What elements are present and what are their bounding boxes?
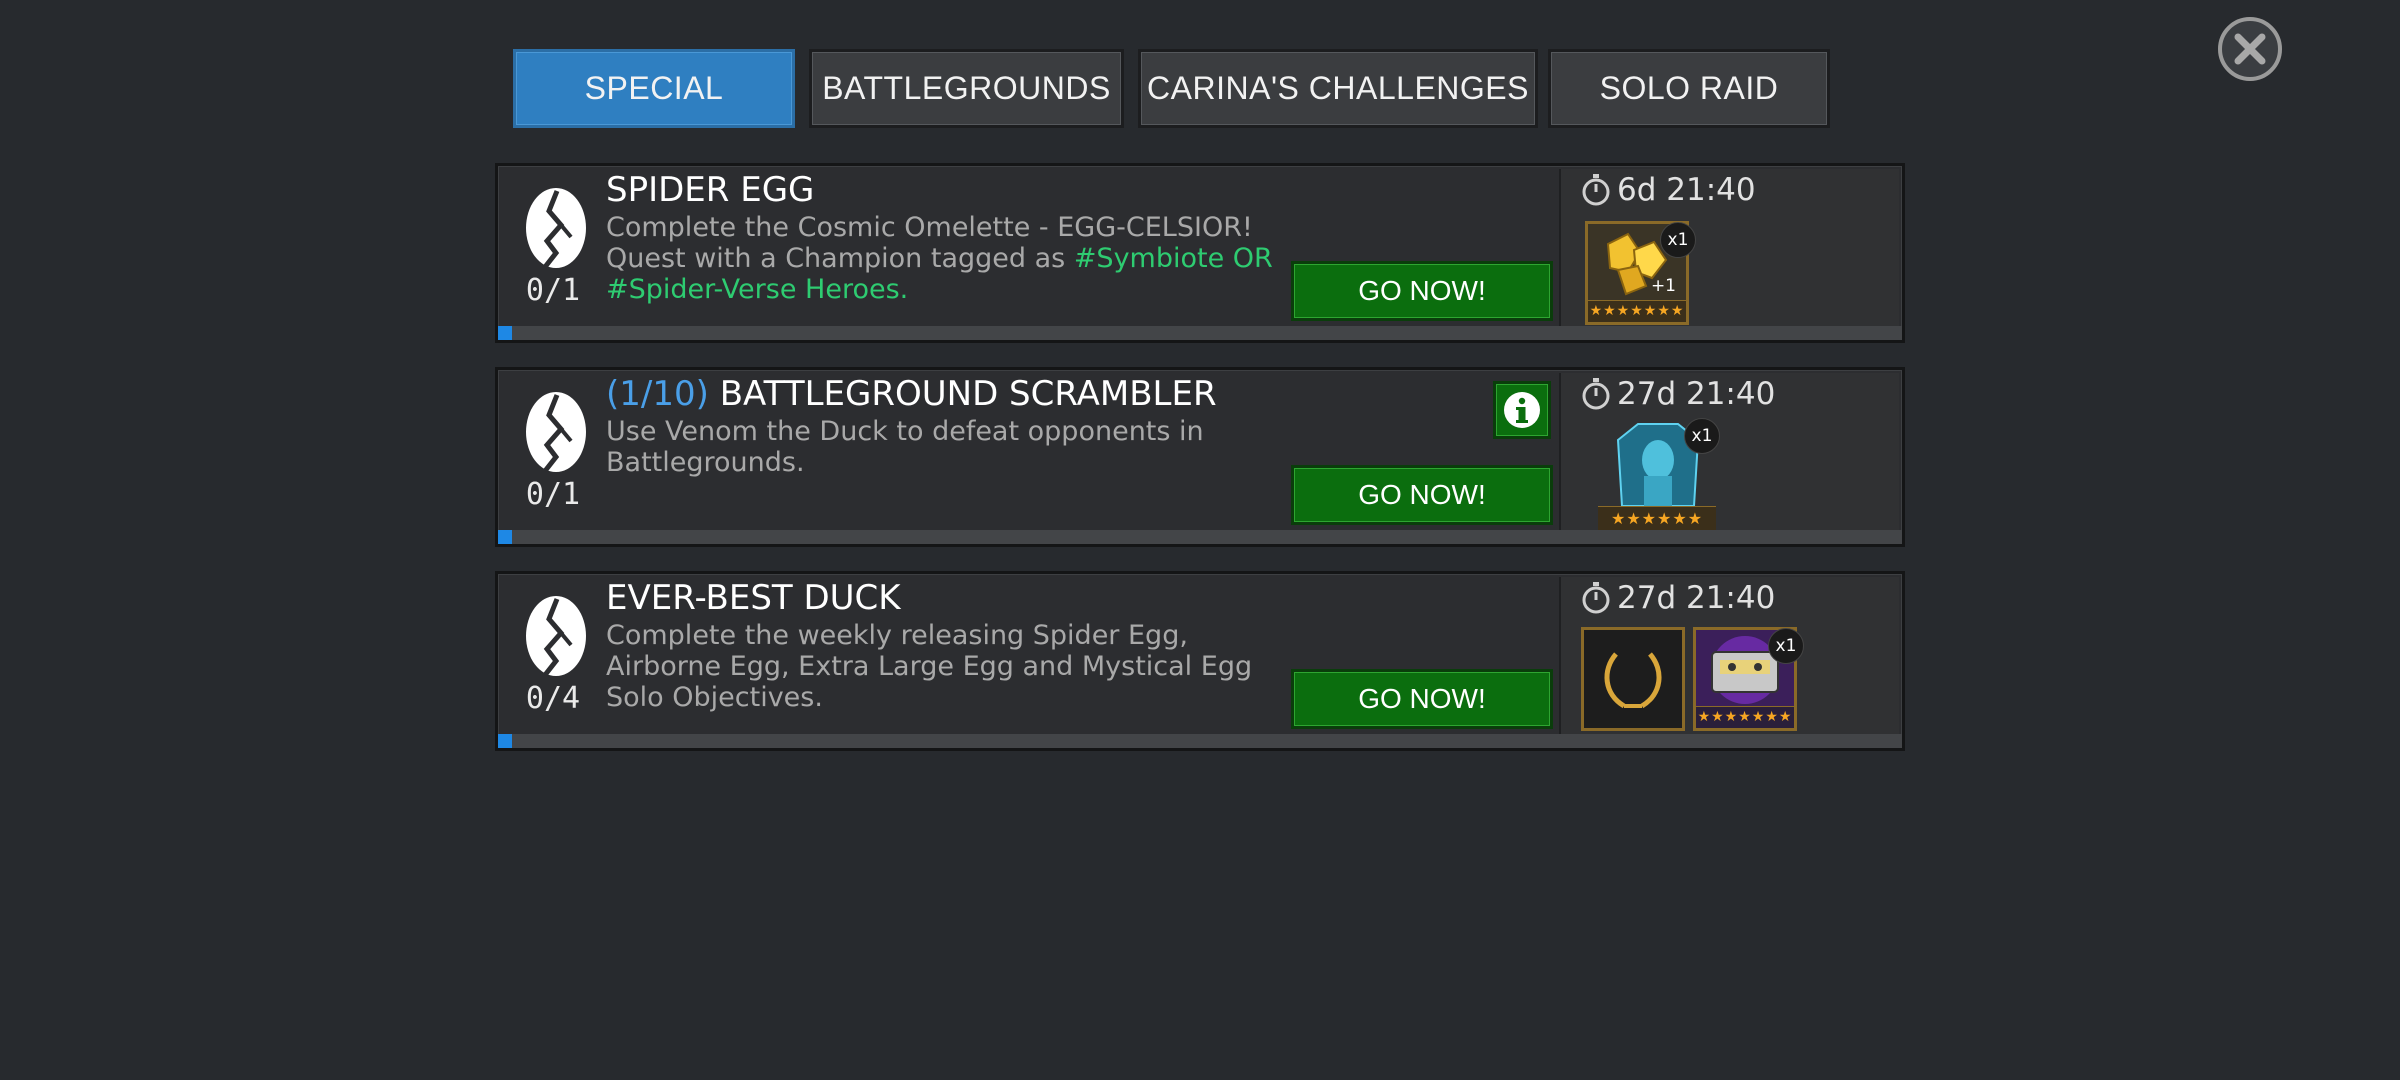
quest-card-battleground-scrambler: 0/1 (1/10) BATTLEGROUND SCRAMBLER Use Ve… <box>495 367 1905 547</box>
info-button[interactable] <box>1493 381 1551 439</box>
quest-card-ever-best-duck: 0/4 EVER-BEST DUCK Complete the weekly r… <box>495 571 1905 751</box>
laurel-wreath-icon <box>1584 630 1682 728</box>
quest-description: Use Venom the Duck to defeat opponents i… <box>606 416 1204 478</box>
reward-quantity: x1 <box>1768 628 1804 664</box>
quest-timer: 27d 21:40 <box>1581 376 1775 412</box>
reward-laurel-title[interactable] <box>1581 627 1685 731</box>
progress-bar <box>498 734 1902 748</box>
reward-stars: ★★★★★★★ <box>1588 300 1686 322</box>
reward-bonus-badge: +1 <box>1650 276 1676 296</box>
progress-count: 0/1 <box>525 477 581 512</box>
progress-bar-fill <box>498 326 512 340</box>
quest-timer: 6d 21:40 <box>1581 172 1756 208</box>
tab-carinas-challenges[interactable]: CARINA'S CHALLENGES <box>1138 49 1538 128</box>
quest-title: SPIDER EGG <box>606 170 815 210</box>
reward-cassette[interactable]: x1 ★★★★★★★ <box>1693 627 1804 731</box>
quest-title: EVER-BEST DUCK <box>606 578 901 618</box>
progress-bar-fill <box>498 530 512 544</box>
cracked-egg-icon <box>526 392 586 473</box>
quest-step-counter: (1/10) <box>606 374 709 414</box>
reward-quantity: x1 <box>1660 222 1696 258</box>
reward-quantity: x1 <box>1684 418 1720 454</box>
reward-stars: ★★★★★★★ <box>1696 706 1794 728</box>
quest-title: (1/10) BATTLEGROUND SCRAMBLER <box>606 374 1217 414</box>
reward-champion-crystal[interactable]: x1 ★★★★★★ <box>1598 418 1720 532</box>
cracked-egg-icon <box>526 596 586 677</box>
go-now-button[interactable]: GO NOW! <box>1291 669 1553 729</box>
progress-bar <box>498 326 1902 340</box>
close-button[interactable] <box>2218 17 2282 81</box>
info-icon <box>1504 392 1540 428</box>
tab-solo-raid[interactable]: SOLO RAID <box>1548 49 1830 128</box>
quest-timer: 27d 21:40 <box>1581 580 1775 616</box>
quest-description: Complete the Cosmic Omelette - EGG-CELSI… <box>606 212 1273 305</box>
stopwatch-icon <box>1582 582 1610 614</box>
progress-bar-fill <box>498 734 512 748</box>
stopwatch-icon <box>1582 174 1610 206</box>
progress-count: 0/1 <box>525 273 581 308</box>
cracked-egg-icon <box>526 188 586 269</box>
tab-battlegrounds[interactable]: BATTLEGROUNDS <box>809 49 1124 128</box>
tab-special[interactable]: SPECIAL <box>513 49 795 128</box>
go-now-button[interactable]: GO NOW! <box>1291 261 1553 321</box>
go-now-button[interactable]: GO NOW! <box>1291 465 1553 525</box>
stopwatch-icon <box>1582 378 1610 410</box>
quest-description: Complete the weekly releasing Spider Egg… <box>606 620 1253 713</box>
progress-count: 0/4 <box>525 681 581 716</box>
reward-stars: ★★★★★★ <box>1598 506 1716 532</box>
close-icon <box>2234 33 2266 65</box>
reward-gold-shards[interactable]: x1 +1 ★★★★★★★ <box>1585 221 1696 325</box>
progress-bar <box>498 530 1902 544</box>
quest-card-spider-egg: 0/1 SPIDER EGG Complete the Cosmic Omele… <box>495 163 1905 343</box>
